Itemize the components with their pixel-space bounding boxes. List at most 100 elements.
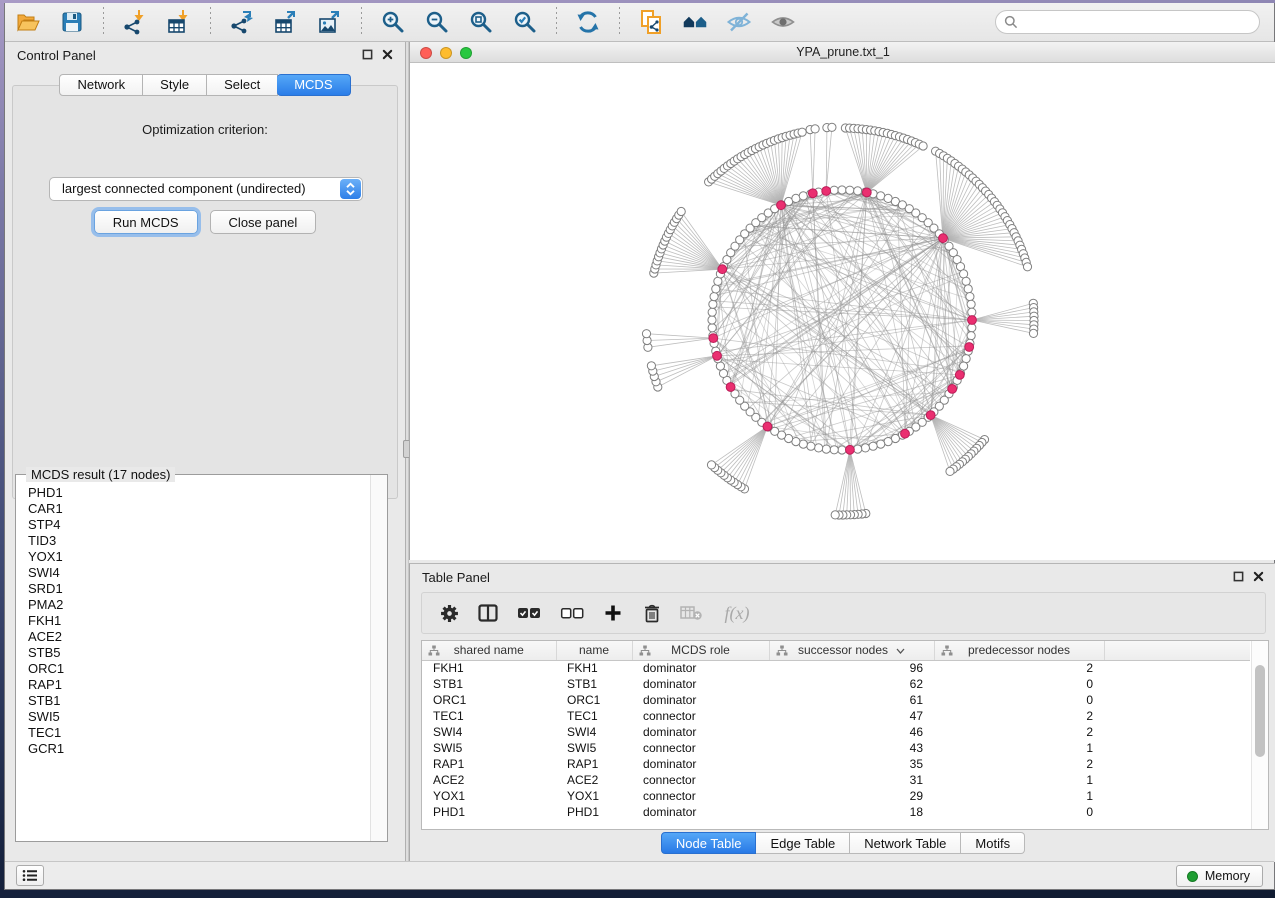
mcds-node[interactable] [713, 351, 722, 360]
column-header-name[interactable]: name [556, 641, 632, 660]
network-edge[interactable] [731, 427, 768, 481]
satellite-node[interactable] [811, 125, 819, 133]
network-edge[interactable] [810, 130, 813, 194]
cell-successor-nodes[interactable]: 18 [769, 804, 934, 820]
satellite-node[interactable] [828, 123, 836, 131]
cell-MCDS-role[interactable]: connector [632, 788, 769, 804]
mcds-node[interactable] [777, 201, 786, 210]
cell-successor-nodes[interactable]: 96 [769, 660, 934, 676]
table-row[interactable]: FKH1FKH1dominator962 [422, 660, 1250, 676]
optimization-criterion-select[interactable]: largest connected component (undirected) [49, 177, 363, 201]
cell-name[interactable]: TEC1 [556, 708, 632, 724]
table-scrollbar[interactable] [1251, 641, 1268, 829]
zoom-selected-icon[interactable] [512, 9, 538, 35]
table-row[interactable]: SWI5SWI5connector431 [422, 740, 1250, 756]
mcds-node[interactable] [965, 343, 974, 352]
show-column-panel-icon[interactable] [477, 602, 499, 624]
satellite-node[interactable] [642, 330, 650, 338]
table-settings-icon[interactable] [438, 602, 460, 624]
cell-name[interactable]: PHD1 [556, 804, 632, 820]
open-file-icon[interactable] [15, 9, 41, 35]
network-node[interactable] [854, 445, 862, 453]
duplicate-network-icon[interactable] [638, 9, 664, 35]
mcds-result-item[interactable]: ORC1 [28, 661, 369, 677]
network-node[interactable] [854, 187, 862, 195]
mcds-result-item[interactable]: RAP1 [28, 677, 369, 693]
delete-table-icon[interactable] [680, 602, 702, 624]
network-node[interactable] [708, 316, 716, 324]
network-edge[interactable] [972, 303, 1033, 320]
mcds-node[interactable] [846, 445, 855, 454]
network-edge[interactable] [781, 134, 794, 205]
mcds-result-item[interactable]: STB1 [28, 693, 369, 709]
network-edge[interactable] [718, 427, 768, 471]
network-edge[interactable] [654, 269, 723, 273]
network-node[interactable] [846, 186, 854, 194]
cell-shared-name[interactable]: PHD1 [422, 804, 556, 820]
network-edge[interactable] [972, 320, 1034, 329]
satellite-node[interactable] [1029, 329, 1037, 337]
network-edge[interactable] [931, 415, 971, 454]
cell-predecessor-nodes[interactable]: 2 [934, 756, 1104, 772]
zoom-in-icon[interactable] [380, 9, 406, 35]
apply-layout-icon[interactable] [575, 9, 601, 35]
table-row[interactable]: ORC1ORC1dominator610 [422, 692, 1250, 708]
cell-shared-name[interactable]: SWI5 [422, 740, 556, 756]
close-panel-button[interactable]: Close panel [210, 210, 317, 234]
cell-shared-name[interactable]: FKH1 [422, 660, 556, 676]
network-node[interactable] [830, 186, 838, 194]
network-graph[interactable] [410, 63, 1275, 559]
mcds-result-item[interactable]: GCR1 [28, 741, 369, 757]
cell-MCDS-role[interactable]: connector [632, 740, 769, 756]
network-node[interactable] [838, 186, 846, 194]
network-edge[interactable] [835, 450, 850, 515]
tab-network[interactable]: Network [59, 74, 143, 96]
mcds-result-item[interactable]: SWI4 [28, 565, 369, 581]
network-node[interactable] [838, 446, 846, 454]
mcds-node[interactable] [709, 334, 718, 343]
cell-successor-nodes[interactable]: 31 [769, 772, 934, 788]
table-row[interactable]: RAP1RAP1dominator352 [422, 756, 1250, 772]
cell-MCDS-role[interactable]: connector [632, 772, 769, 788]
network-edge[interactable] [813, 129, 815, 193]
network-node[interactable] [877, 440, 885, 448]
cell-predecessor-nodes[interactable]: 1 [934, 772, 1104, 788]
network-node[interactable] [964, 285, 972, 293]
import-network-icon[interactable] [122, 9, 148, 35]
column-header-predecessor-nodes[interactable]: predecessor nodes [934, 641, 1104, 660]
network-node[interactable] [967, 332, 975, 340]
mcds-node[interactable] [901, 429, 910, 438]
cell-shared-name[interactable]: SWI4 [422, 724, 556, 740]
table-row[interactable]: ACE2ACE2connector311 [422, 772, 1250, 788]
mcds-node[interactable] [926, 411, 935, 420]
satellite-node[interactable] [946, 467, 954, 475]
cell-successor-nodes[interactable]: 46 [769, 724, 934, 740]
network-edge[interactable] [845, 128, 866, 192]
network-window-titlebar[interactable]: YPA_prune.txt_1 [410, 42, 1275, 63]
export-network-icon[interactable] [229, 9, 255, 35]
network-node[interactable] [968, 324, 976, 332]
close-panel-icon[interactable] [382, 49, 393, 60]
close-table-panel-icon[interactable] [1253, 571, 1264, 582]
cell-successor-nodes[interactable]: 29 [769, 788, 934, 804]
memory-button[interactable]: Memory [1176, 865, 1263, 887]
cell-predecessor-nodes[interactable]: 0 [934, 676, 1104, 692]
table-row[interactable]: YOX1YOX1connector291 [422, 788, 1250, 804]
network-edge[interactable] [727, 427, 767, 478]
network-edge[interactable] [679, 215, 723, 269]
cell-shared-name[interactable]: TEC1 [422, 708, 556, 724]
node-table-grid[interactable]: shared namenameMCDS rolesuccessor nodesp… [422, 641, 1250, 820]
tab-edge-table[interactable]: Edge Table [756, 832, 850, 854]
table-row[interactable]: SWI4SWI4dominator462 [422, 724, 1250, 740]
cell-predecessor-nodes[interactable]: 2 [934, 724, 1104, 740]
cell-shared-name[interactable]: ACE2 [422, 772, 556, 788]
network-node[interactable] [861, 444, 869, 452]
mcds-node[interactable] [939, 234, 948, 243]
zoom-out-icon[interactable] [424, 9, 450, 35]
network-node[interactable] [710, 293, 718, 301]
network-edge[interactable] [653, 356, 717, 371]
float-table-panel-icon[interactable] [1233, 571, 1244, 582]
cell-predecessor-nodes[interactable]: 0 [934, 804, 1104, 820]
mcds-result-item[interactable]: SRD1 [28, 581, 369, 597]
mcds-node[interactable] [862, 188, 871, 197]
